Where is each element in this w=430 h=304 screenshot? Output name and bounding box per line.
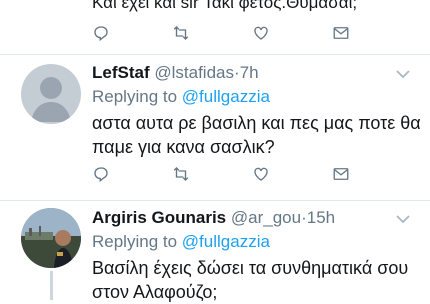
- reply-icon: [94, 26, 108, 42]
- like-button[interactable]: [252, 163, 332, 185]
- tweet-text: αστα αυτα ρε βασιλη και πες μας ποτε θα …: [92, 113, 421, 157]
- dm-button[interactable]: [332, 163, 412, 185]
- reply-icon: [94, 167, 108, 183]
- replying-to: Replying to @fullgazzia: [92, 231, 270, 253]
- tweet-text: Βασίλη έχεις δώσει τα συνθηματικά σου στ…: [92, 258, 409, 302]
- avatar[interactable]: [21, 208, 81, 268]
- replying-to: Replying to @fullgazzia: [92, 86, 270, 108]
- user-handle[interactable]: @ar_gou: [231, 208, 301, 227]
- mention-link[interactable]: @fullgazzia: [182, 87, 270, 106]
- thread-line: [50, 271, 53, 300]
- tweet-actions: [92, 22, 412, 44]
- retweet-button[interactable]: [172, 22, 252, 44]
- retweet-icon: [173, 167, 189, 181]
- avatar-placeholder-icon: [31, 77, 71, 122]
- chevron-down-icon[interactable]: [396, 69, 410, 79]
- reply-button[interactable]: [92, 163, 172, 185]
- tweet-header: LefStaf @lstafidas·7h: [92, 62, 259, 84]
- dm-button[interactable]: [332, 22, 412, 44]
- tweet-header: Argiris Gounaris @ar_gou·15h: [92, 207, 335, 229]
- timestamp[interactable]: 15h: [307, 208, 335, 227]
- tweet-card[interactable]: Argiris Gounaris @ar_gou·15h Replying to…: [0, 201, 430, 302]
- mention-link[interactable]: @fullgazzia: [182, 232, 270, 251]
- tweet-text: Και έχει και sir Τάκι φέτος.Θυμάσαι;: [92, 0, 358, 12]
- tweet-card[interactable]: LefStaf @lstafidas·7h Replying to @fullg…: [0, 55, 430, 200]
- like-button[interactable]: [252, 22, 332, 44]
- like-icon: [254, 26, 268, 40]
- replying-to-label: Replying to: [92, 232, 178, 251]
- top-tweet[interactable]: Και έχει και sir Τάκι φέτος.Θυμάσαι;: [0, 0, 430, 54]
- timestamp[interactable]: 7h: [240, 63, 259, 82]
- chevron-down-icon[interactable]: [396, 214, 410, 224]
- dm-icon: [333, 27, 349, 39]
- avatar-photo-icon: [21, 208, 81, 268]
- like-icon: [254, 167, 268, 181]
- dm-icon: [333, 168, 349, 180]
- avatar[interactable]: [21, 64, 81, 124]
- reply-button[interactable]: [92, 22, 172, 44]
- replying-to-label: Replying to: [92, 87, 178, 106]
- display-name[interactable]: Argiris Gounaris: [92, 208, 226, 227]
- user-handle[interactable]: @lstafidas: [154, 63, 234, 82]
- tweet-actions: [92, 163, 412, 185]
- display-name[interactable]: LefStaf: [92, 63, 150, 82]
- retweet-button[interactable]: [172, 163, 252, 185]
- retweet-icon: [173, 26, 189, 40]
